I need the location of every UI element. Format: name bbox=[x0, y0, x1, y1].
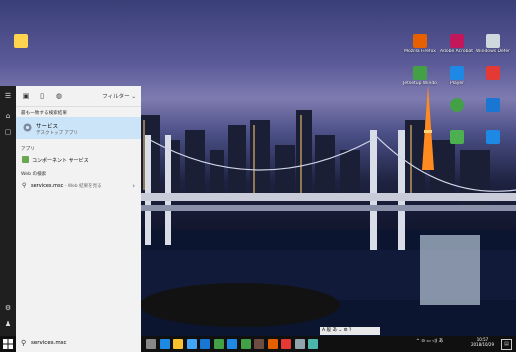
best-match-title: サービス bbox=[36, 124, 59, 130]
settings-icon[interactable]: ⚙ bbox=[4, 304, 12, 312]
web-filter-icon[interactable]: ◍ bbox=[55, 92, 63, 100]
defender-glyph bbox=[486, 34, 500, 48]
explorer-icon[interactable] bbox=[173, 339, 183, 349]
windows-glyph bbox=[486, 98, 500, 112]
documents-icon[interactable]: ▢ bbox=[4, 128, 12, 136]
media-player-icon[interactable]: Player bbox=[440, 66, 474, 86]
adobe-label: Adobe Acrobat DC bbox=[440, 49, 474, 54]
chrome-glyph bbox=[450, 98, 464, 112]
chrome-icon[interactable] bbox=[440, 98, 474, 112]
apps-filter-icon[interactable]: ▣ bbox=[22, 92, 30, 100]
clock-date: 2018/10/29 bbox=[470, 342, 494, 347]
defender-label: Windows Defender bbox=[476, 49, 510, 54]
app-result-component-services[interactable]: コンポーネント サービス bbox=[16, 154, 141, 166]
clock[interactable]: 10:57 2018/10/29 bbox=[471, 337, 494, 347]
app-result-label: コンポーネント サービス bbox=[32, 158, 89, 164]
chevron-down-icon: ⌄ bbox=[131, 94, 136, 100]
search-query: services.msc bbox=[31, 340, 67, 346]
doc-icon[interactable] bbox=[440, 130, 474, 144]
taskbar-search-box[interactable]: ⚲ services.msc bbox=[16, 336, 141, 352]
apps-header: アプリ bbox=[21, 147, 35, 152]
ime-toolbar[interactable]: A 般 あ ⌄ ⚙ ? bbox=[320, 327, 380, 335]
firefox-glyph bbox=[413, 34, 427, 48]
web-search-header: Web の検索 bbox=[21, 172, 47, 177]
task-view-icon[interactable] bbox=[146, 339, 156, 349]
notification-icon[interactable]: ▤ bbox=[501, 339, 512, 350]
web-search-result[interactable]: ⚲ services.msc - Web 結果を見る › bbox=[16, 179, 141, 193]
chrome-taskbar-icon[interactable] bbox=[213, 339, 224, 349]
adobe-icon[interactable]: Adobe Acrobat DC bbox=[440, 34, 474, 54]
firefox-icon[interactable]: Mozilla Firefox bbox=[403, 34, 437, 54]
ie-icon[interactable] bbox=[476, 130, 510, 144]
web-suffix: - Web 結果を見る bbox=[63, 184, 102, 189]
setup-glyph bbox=[413, 66, 427, 80]
best-match-subtitle: デスクトップ アプリ bbox=[36, 131, 78, 136]
search-icon: ⚲ bbox=[22, 182, 27, 189]
store-icon[interactable] bbox=[186, 339, 197, 349]
search-icon: ⚲ bbox=[21, 339, 27, 347]
tray-icons: ^ ⊙ ▭ ◁) あ bbox=[416, 339, 444, 344]
home-icon[interactable]: ⌂ bbox=[4, 112, 12, 120]
component-services-icon bbox=[22, 156, 29, 163]
filter-dropdown[interactable]: フィルター ⌄ bbox=[102, 92, 136, 100]
edge-icon[interactable] bbox=[159, 339, 170, 349]
filter-label: フィルター bbox=[102, 94, 130, 100]
app-icon-8[interactable] bbox=[240, 339, 251, 349]
windows-icon[interactable] bbox=[476, 98, 510, 112]
firefox-label: Mozilla Firefox bbox=[404, 49, 436, 54]
recycle-bin-icon[interactable] bbox=[4, 34, 38, 49]
windows-defender-icon[interactable]: Windows Defender bbox=[476, 34, 510, 54]
recycle-bin-glyph bbox=[14, 34, 28, 48]
chevron-right-icon[interactable]: › bbox=[132, 182, 135, 190]
doc-glyph bbox=[450, 130, 464, 144]
firefox-taskbar-icon[interactable] bbox=[267, 339, 278, 349]
taskbar: ⚲ services.msc ^ ⊙ ▭ ◁) あ 10:57 2018/10/… bbox=[0, 336, 516, 352]
start-rail: ☰ ⌂ ▢ ⚙ ♟ bbox=[0, 86, 16, 336]
photos-icon[interactable] bbox=[227, 339, 237, 349]
windows-start-icon[interactable] bbox=[3, 339, 13, 349]
app-icon-12[interactable] bbox=[294, 339, 305, 349]
app-icon-13[interactable] bbox=[308, 339, 318, 349]
setup-label: Jetsetup Windows bbox=[403, 81, 437, 86]
player-glyph bbox=[450, 66, 464, 80]
services-gear-icon bbox=[23, 123, 32, 132]
best-match-header: 最も一致する検索結果 bbox=[21, 111, 67, 116]
panel-toolbar: ▣ ▯ ◍ フィルター ⌄ bbox=[16, 86, 141, 107]
web-result-text: services.msc - Web 結果を見る bbox=[31, 183, 102, 189]
best-match-result[interactable]: サービス デスクトップ アプリ bbox=[16, 117, 141, 139]
search-results-panel: ▣ ▯ ◍ フィルター ⌄ 最も一致する検索結果 サービス デスクトップ アプリ… bbox=[16, 86, 141, 336]
player-label: Player bbox=[449, 81, 464, 86]
shield-glyph bbox=[486, 66, 500, 80]
documents-filter-icon[interactable]: ▯ bbox=[38, 92, 46, 100]
user-icon[interactable]: ♟ bbox=[4, 320, 12, 328]
ie-glyph bbox=[486, 130, 500, 144]
app-icon-11[interactable] bbox=[281, 339, 291, 349]
adobe-glyph bbox=[450, 34, 464, 48]
menu-icon[interactable]: ☰ bbox=[4, 92, 12, 100]
mail-icon[interactable] bbox=[200, 339, 210, 349]
shield-icon[interactable] bbox=[476, 66, 510, 80]
web-query: services.msc bbox=[31, 183, 64, 189]
setup-icon[interactable]: Jetsetup Windows bbox=[403, 66, 437, 86]
app-icon-9[interactable] bbox=[254, 339, 264, 349]
